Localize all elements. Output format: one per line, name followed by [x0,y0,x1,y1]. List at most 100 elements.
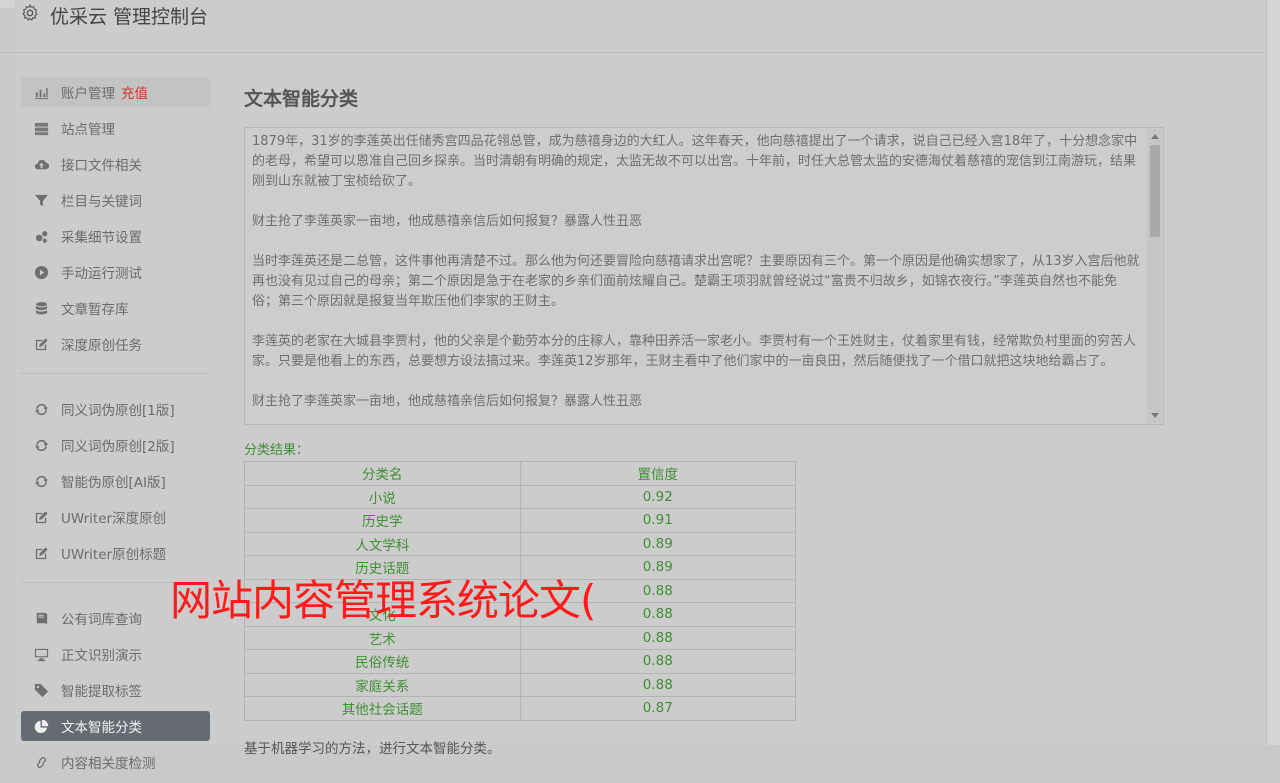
column-header-category: 分类名 [244,461,521,486]
sidebar-item-group3-3[interactable]: 文本智能分类 [21,711,210,741]
edit-icon [33,545,49,561]
sidebar-item-label: 正文识别演示 [61,648,142,664]
main-content: 文本智能分类 1879年，31岁的李莲英出任储秀宫四品花翎总管，成为慈禧身边的大… [244,84,1166,757]
sidebar-item-label: 智能伪原创[AI版] [61,475,166,491]
sidebar-group-tools: 公有词库查询 正文识别演示 智能提取标签 文本智能分类 内容相关度检测 [21,603,210,777]
article-text: 1879年，31岁的李莲英出任储秀宫四品花翎总管，成为慈禧身边的大红人。这年春天… [252,132,1142,424]
sidebar-item-label: 同义词伪原创[2版] [61,439,175,455]
link-icon [33,754,49,770]
sidebar-item-label: 智能提取标签 [61,684,142,700]
table-row: 小说 0.92 [244,484,796,509]
confidence-cell: 0.88 [519,672,796,697]
confidence-cell: 0.92 [519,484,796,509]
article-textarea[interactable]: 1879年，31岁的李莲英出任储秀宫四品花翎总管，成为慈禧身边的大红人。这年春天… [244,127,1164,425]
tag-icon [33,682,49,698]
scroll-down-arrow-icon[interactable] [1151,413,1159,418]
sidebar-item-label: 接口文件相关 [61,158,142,174]
sidebar-item-label: 同义词伪原创[1版] [61,403,175,419]
sidebar-item-group1-0[interactable]: 账户管理 充值 [21,77,210,107]
textarea-scrollbar[interactable] [1147,129,1162,423]
confidence-cell: 0.89 [519,531,796,556]
sidebar-item-group1-5[interactable]: 手动运行测试 [21,257,210,287]
category-cell: 艺术 [244,625,521,650]
confidence-cell: 0.88 [519,625,796,650]
pie-chart-icon [33,718,49,734]
filter-icon [33,192,49,208]
right-edge [1266,0,1280,745]
sidebar-item-group2-3[interactable]: UWriter深度原创 [21,502,210,532]
sidebar-item-label: 栏目与关键词 [61,194,142,210]
sidebar-item-group1-4[interactable]: 采集细节设置 [21,221,210,251]
sidebar-item-group3-4[interactable]: 内容相关度检测 [21,747,210,777]
sidebar-item-group1-2[interactable]: 接口文件相关 [21,149,210,179]
category-cell: 历史学 [244,508,521,533]
article-paragraph: 财主抢了李莲英家一亩地，他成慈禧亲信后如何报复？暴露人性丑恶 [252,394,643,409]
sidebar-group-account: 账户管理 充值站点管理接口文件相关 栏目与关键词 采集细节设置 手动运行测试 文章暂存库深… [21,77,210,359]
category-cell: 家庭关系 [244,672,521,697]
sidebar-item-group2-2[interactable]: 智能伪原创[AI版] [21,466,210,496]
sidebar-item-label: UWriter原创标题 [61,547,167,563]
sidebar-item-label: 站点管理 [61,122,115,138]
sidebar-item-label: 内容相关度检测 [61,756,156,772]
category-cell: 人文学科 [244,531,521,556]
recharge-link[interactable]: 充值 [121,82,148,102]
play-circle-icon [33,264,49,280]
sidebar-item-label: 文本智能分类 [61,720,142,736]
confidence-cell: 0.88 [519,649,796,674]
edit-icon [33,509,49,525]
table-row: 历史学 0.91 [244,508,796,533]
sidebar-item-label: 公有词库查询 [61,612,142,628]
article-paragraph: 李莲英的老家在大城县李贾村，他的父亲是个勤劳本分的庄稼人，靠种田养活一家老小。李… [252,334,1137,369]
gear-icon [20,3,40,28]
brand[interactable]: 优采云 管理控制台 [20,2,208,29]
sidebar-item-group2-0[interactable]: 同义词伪原创[1版] [21,394,210,424]
monitor-icon [33,646,49,662]
sidebar-item-group2-4[interactable]: UWriter原创标题 [21,538,210,568]
book-icon [33,610,49,626]
app-title: 优采云 管理控制台 [50,6,209,28]
sidebar-item-label: 采集细节设置 [61,230,142,246]
sidebar: 账户管理 充值站点管理接口文件相关 栏目与关键词 采集细节设置 手动运行测试 文章暂存库深… [21,77,210,783]
table-row: 其他社会话题 0.87 [244,696,796,721]
category-cell: 其他社会话题 [244,696,521,721]
sidebar-item-label: UWriter深度原创 [61,511,167,527]
refresh-icon [33,473,49,489]
table-row: 家庭关系 0.88 [244,672,796,697]
column-header-confidence: 置信度 [519,461,796,486]
scroll-thumb[interactable] [1150,145,1160,237]
sidebar-divider [21,373,210,374]
sidebar-item-group3-2[interactable]: 智能提取标签 [21,675,210,705]
article-paragraph: 当时李莲英还是二总管，这件事他再清楚不过。那么他为何还要冒险向慈禧请求出宫呢？主… [252,254,1140,309]
sidebar-item-group2-1[interactable]: 同义词伪原创[2版] [21,430,210,460]
sidebar-item-group1-6[interactable]: 文章暂存库 [21,293,210,323]
article-paragraph: 1879年，31岁的李莲英出任储秀宫四品花翎总管，成为慈禧身边的大红人。这年春天… [252,134,1138,189]
scroll-up-arrow-icon[interactable] [1151,134,1159,139]
page-title: 文本智能分类 [244,88,359,110]
refresh-icon [33,401,49,417]
sidebar-group-rewrite: 同义词伪原创[1版] 同义词伪原创[2版] 智能伪原创[AI版] UWriter深度原… [21,394,210,568]
sidebar-item-label: 深度原创任务 [61,338,142,354]
cloud-upload-icon [33,156,49,172]
sidebar-item-label: 文章暂存库 [61,302,129,318]
confidence-cell: 0.87 [519,696,796,721]
table-row: 艺术 0.88 [244,625,796,650]
footer-note: 基于机器学习的方法，进行文本智能分类。 [244,740,501,757]
edit-icon [33,336,49,352]
sidebar-item-group1-1[interactable]: 站点管理 [21,113,210,143]
header: 优采云 管理控制台 [0,0,1267,53]
sidebar-item-group1-3[interactable]: 栏目与关键词 [21,185,210,215]
database-icon [33,300,49,316]
category-cell: 民俗传统 [244,649,521,674]
article-paragraph: 财主抢了李莲英家一亩地，他成慈禧亲信后如何报复？暴露人性丑恶 [252,214,643,229]
category-cell: 小说 [244,484,521,509]
table-row: 人文学科 0.89 [244,531,796,556]
confidence-cell: 0.91 [519,508,796,533]
sidebar-item-group1-7[interactable]: 深度原创任务 [21,329,210,359]
watermark-overlay: 网站内容管理系统论文( [170,576,596,625]
sidebar-item-label: 账户管理 [61,86,115,102]
sidebar-item-label: 手动运行测试 [61,266,142,282]
table-header-row: 分类名 置信度 [244,461,796,486]
bar-chart-icon [33,84,49,100]
cogs-icon [33,228,49,244]
sidebar-item-group3-1[interactable]: 正文识别演示 [21,639,210,669]
